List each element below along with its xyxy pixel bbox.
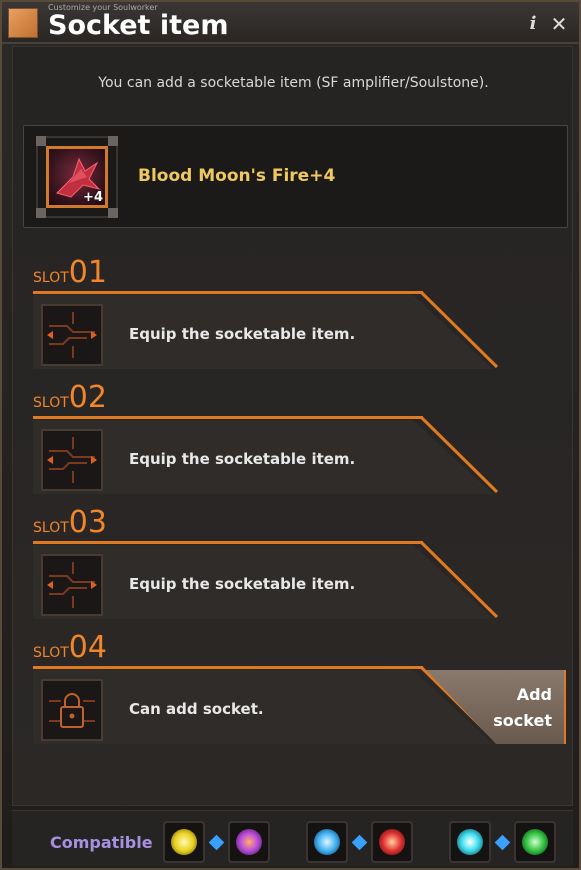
cyan-gem-icon[interactable] <box>449 821 491 863</box>
main-panel: You can add a socketable item (SF amplif… <box>12 46 573 806</box>
slot-1-title: SLOT01 <box>33 255 107 290</box>
equipped-item-box: +4 Blood Moon's Fire+4 <box>23 125 568 228</box>
slot-word: SLOT <box>33 395 69 411</box>
connector-diamond-icon <box>351 834 368 851</box>
compatible-footer: Compatible <box>12 810 573 866</box>
compatible-label: Compatible <box>50 833 153 852</box>
slot-number: 03 <box>68 505 107 540</box>
blue-gem-icon[interactable] <box>306 821 348 863</box>
frame-corner <box>36 136 46 146</box>
frame-corner <box>108 208 118 218</box>
slot-3[interactable]: Equip the socketable item. <box>33 541 573 619</box>
slot-4-title: SLOT04 <box>33 630 107 665</box>
slot-word: SLOT <box>33 520 69 536</box>
slot-number: 04 <box>68 630 107 665</box>
slot-2-text: Equip the socketable item. <box>129 450 356 468</box>
slot-3-title: SLOT03 <box>33 505 107 540</box>
slot-word: SLOT <box>33 645 69 661</box>
frame-corner <box>36 208 46 218</box>
lock-icon <box>41 679 103 741</box>
notice-text: You can add a socketable item (SF amplif… <box>98 75 489 91</box>
enhance-level: +4 <box>83 190 103 205</box>
green-gem-icon[interactable] <box>514 821 556 863</box>
connector-diamond-icon <box>208 834 225 851</box>
slot-4[interactable]: Can add socket. Add socket <box>33 666 573 744</box>
circuit-icon <box>41 554 103 616</box>
window-badge-icon <box>8 8 38 38</box>
add-socket-label: Add socket <box>493 685 552 730</box>
slot-1-text: Equip the socketable item. <box>129 325 356 343</box>
item-icon-frame[interactable]: +4 <box>36 136 118 218</box>
frame-corner <box>108 136 118 146</box>
slot-1[interactable]: Equip the socketable item. <box>33 291 573 369</box>
slot-4-text: Can add socket. <box>129 700 264 718</box>
slot-3-text: Equip the socketable item. <box>129 575 356 593</box>
item-name: Blood Moon's Fire+4 <box>138 166 336 186</box>
slot-2-title: SLOT02 <box>33 380 107 415</box>
slot-edge <box>419 666 499 744</box>
info-icon[interactable]: i <box>525 14 541 34</box>
slot-number: 02 <box>68 380 107 415</box>
window-title: Socket item <box>48 10 229 41</box>
slot-2[interactable]: Equip the socketable item. <box>33 416 573 494</box>
socket-item-window: Customize your Soulworker Socket item i … <box>0 0 581 870</box>
slot-number: 01 <box>68 255 107 290</box>
circuit-icon <box>41 429 103 491</box>
purple-gem-icon[interactable] <box>228 821 270 863</box>
connector-diamond-icon <box>494 834 511 851</box>
weapon-item-icon: +4 <box>46 146 108 208</box>
yellow-gem-icon[interactable] <box>163 821 205 863</box>
title-bar[interactable]: Customize your Soulworker Socket item i … <box>2 2 579 44</box>
red-gem-icon[interactable] <box>371 821 413 863</box>
slot-word: SLOT <box>33 270 69 286</box>
circuit-icon <box>41 304 103 366</box>
close-icon[interactable]: ✕ <box>549 14 569 34</box>
